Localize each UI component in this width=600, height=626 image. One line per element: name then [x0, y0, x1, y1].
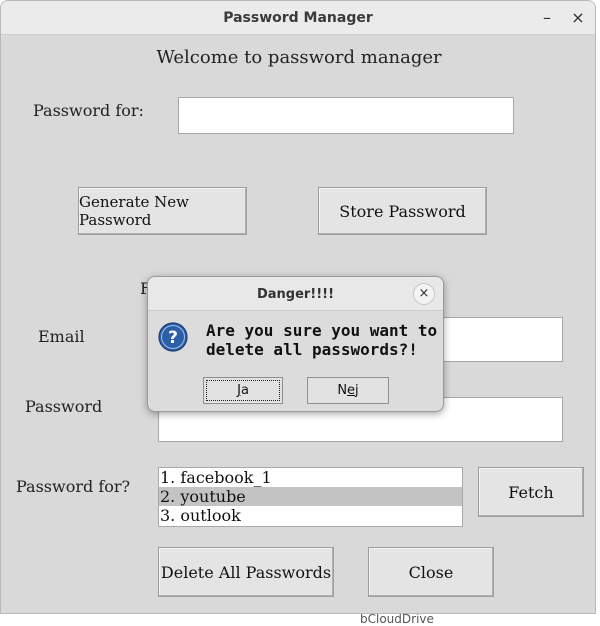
fetch-button[interactable]: Fetch — [478, 467, 584, 517]
password-listbox[interactable]: 1. facebook_1 2. youtube 3. outlook — [158, 467, 463, 527]
password-for-input[interactable] — [178, 97, 514, 134]
dialog-message: Are you sure you want to delete all pass… — [206, 321, 441, 359]
close-window-button[interactable]: × — [567, 7, 589, 29]
title-bar: Password Manager – × — [1, 1, 595, 35]
lookup-label: Password for? — [16, 477, 131, 496]
password-for-label: Password for: — [33, 101, 144, 120]
svg-text:?: ? — [168, 328, 178, 348]
no-label-start: N — [337, 383, 348, 398]
delete-all-button[interactable]: Delete All Passwords — [158, 547, 334, 597]
email-label: Email — [38, 327, 85, 346]
yes-button[interactable]: Ja — [203, 377, 283, 404]
dialog-close-button[interactable]: × — [413, 283, 435, 305]
close-button[interactable]: Close — [368, 547, 494, 597]
confirm-dialog: Danger!!!! × ? Are you sure you want to … — [147, 276, 444, 412]
welcome-heading: Welcome to password manager — [156, 47, 442, 68]
list-item-selected[interactable]: 2. youtube — [159, 487, 462, 506]
no-button[interactable]: Nej — [307, 377, 389, 404]
background-partial-text: bCloudDrive — [360, 612, 434, 626]
dialog-message-line2: delete all passwords?! — [206, 340, 418, 359]
no-mnemonic: e — [347, 383, 356, 398]
yes-label-rest: a — [240, 383, 249, 398]
generate-password-button[interactable]: Generate New Password — [78, 187, 247, 235]
list-item[interactable]: 3. outlook — [159, 506, 462, 525]
minimize-button[interactable]: – — [536, 7, 558, 29]
background-window — [596, 0, 600, 620]
window-title: Password Manager — [223, 10, 373, 26]
question-icon: ? — [158, 322, 188, 352]
password-label: Password — [25, 397, 103, 416]
dialog-message-line1: Are you sure you want to — [206, 321, 438, 340]
list-item[interactable]: 1. facebook_1 — [159, 468, 462, 487]
dialog-title: Danger!!!! — [256, 287, 335, 302]
dialog-title-bar: Danger!!!! × — [148, 277, 443, 311]
no-label-rest: j — [355, 383, 359, 398]
store-password-button[interactable]: Store Password — [318, 187, 487, 235]
